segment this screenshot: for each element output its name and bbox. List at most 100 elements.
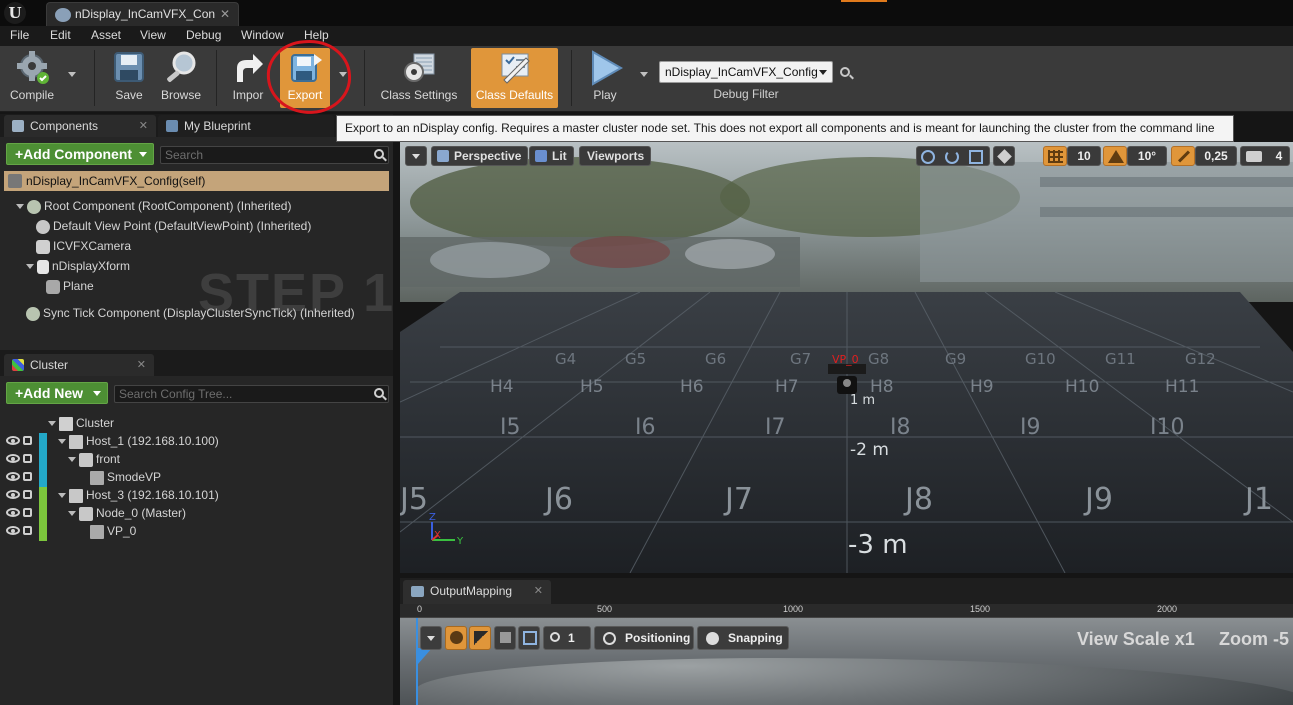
grid-label-i7: I7: [765, 415, 786, 440]
add-component-button[interactable]: +Add Component: [6, 143, 154, 165]
lit-button[interactable]: Lit: [529, 146, 574, 166]
class-defaults-button[interactable]: Class Defaults: [471, 48, 558, 108]
snapping-button[interactable]: Snapping: [697, 626, 789, 650]
host-1-color-bar: [39, 433, 47, 487]
tree-item-root-component[interactable]: Root Component (RootComponent) (Inherite…: [16, 197, 291, 215]
compile-dropdown-arrow-icon[interactable]: [68, 72, 76, 77]
import-button[interactable]: Impor: [226, 48, 270, 108]
positioning-button[interactable]: Positioning: [594, 626, 694, 650]
menu-edit[interactable]: Edit: [50, 28, 71, 42]
close-tab-icon[interactable]: ✕: [139, 119, 148, 132]
menu-debug[interactable]: Debug: [186, 28, 221, 42]
tree-item-sync-tick[interactable]: Sync Tick Component (DisplayClusterSyncT…: [26, 304, 355, 322]
stop-button[interactable]: [494, 626, 516, 650]
lock-icon[interactable]: [23, 454, 32, 463]
toolbar-separator: [94, 50, 95, 106]
angle-snap-toggle[interactable]: [1103, 146, 1127, 166]
camera-speed-button[interactable]: 4: [1240, 146, 1290, 166]
cluster-host-1[interactable]: Host_1 (192.168.10.100): [58, 432, 219, 450]
class-settings-button[interactable]: Class Settings: [376, 48, 462, 108]
split-view-toggle[interactable]: [469, 626, 491, 650]
scale-snap-toggle[interactable]: [1171, 146, 1195, 166]
grid-snap-value[interactable]: 10: [1067, 146, 1101, 166]
menu-asset[interactable]: Asset: [91, 28, 121, 42]
tab-components[interactable]: Components ✕: [4, 115, 156, 137]
perspective-button[interactable]: Perspective: [431, 146, 529, 166]
cluster-tree-root[interactable]: Cluster: [48, 414, 114, 432]
document-tab[interactable]: nDisplay_InCamVFX_Con ✕: [46, 2, 239, 26]
tree-item-icvfx-camera[interactable]: ICVFXCamera: [36, 237, 131, 255]
unreal-logo-icon[interactable]: U: [4, 2, 26, 24]
rotate-icon[interactable]: [945, 150, 959, 164]
play-button[interactable]: Play: [582, 48, 628, 108]
cluster-viewport-vp0[interactable]: VP_0: [90, 522, 136, 540]
translate-icon[interactable]: [921, 150, 935, 164]
tab-output-mapping[interactable]: OutputMapping ✕: [403, 580, 551, 604]
menu-window[interactable]: Window: [241, 28, 284, 42]
grid-label-h11: H11: [1165, 377, 1199, 397]
visibility-eye-icon[interactable]: [6, 526, 20, 535]
view-scale-label: View Scale x1: [1077, 629, 1195, 649]
visibility-eye-icon[interactable]: [6, 436, 20, 445]
expand-arrow-icon[interactable]: [26, 264, 34, 270]
info-toggle[interactable]: [445, 626, 467, 650]
grid-snap-toggle[interactable]: [1043, 146, 1067, 166]
tab-my-blueprint[interactable]: My Blueprint: [158, 115, 334, 137]
blueprint-icon: [166, 120, 178, 132]
viewport-options-dropdown[interactable]: [405, 146, 427, 166]
lock-icon[interactable]: [23, 436, 32, 445]
tab-my-blueprint-label: My Blueprint: [184, 119, 251, 133]
play-dropdown-arrow-icon[interactable]: [640, 72, 648, 77]
cluster-host-3[interactable]: Host_3 (192.168.10.101): [58, 486, 219, 504]
scale-snap-value[interactable]: 0,25: [1195, 146, 1237, 166]
expand-arrow-icon[interactable]: [58, 493, 66, 499]
expand-arrow-icon[interactable]: [58, 439, 66, 445]
grid-label-g10: G10: [1025, 350, 1056, 368]
compile-button[interactable]: Compile: [4, 48, 60, 108]
menu-view[interactable]: View: [140, 28, 166, 42]
tree-item-plane[interactable]: Plane: [46, 277, 94, 295]
close-tab-icon[interactable]: ✕: [534, 584, 543, 597]
ruler-label-1500: 1500: [970, 604, 991, 614]
close-tab-icon[interactable]: ✕: [137, 358, 146, 371]
save-button[interactable]: Save: [106, 48, 152, 108]
distance-label-2m: -2 m: [850, 440, 889, 460]
expand-arrow-icon[interactable]: [68, 457, 76, 463]
expand-arrow-icon[interactable]: [68, 511, 76, 517]
add-new-button[interactable]: +Add New: [6, 382, 108, 404]
debug-object-combo[interactable]: nDisplay_InCamVFX_Config: [659, 61, 833, 83]
angle-snap-value[interactable]: 10°: [1127, 146, 1167, 166]
fit-view-button[interactable]: [518, 626, 540, 650]
viewports-button[interactable]: Viewports: [579, 146, 652, 166]
menu-file[interactable]: File: [10, 28, 29, 42]
cluster-node-front[interactable]: front: [68, 450, 120, 468]
close-tab-icon[interactable]: ✕: [220, 7, 230, 21]
expand-arrow-icon[interactable]: [16, 204, 24, 210]
scale-icon[interactable]: [969, 150, 983, 164]
lock-icon[interactable]: [23, 526, 32, 535]
self-component-row[interactable]: nDisplay_InCamVFX_Config(self): [4, 171, 389, 191]
lock-icon[interactable]: [23, 508, 32, 517]
tab-cluster[interactable]: Cluster ✕: [4, 354, 154, 376]
perspective-label: Perspective: [454, 149, 522, 163]
visibility-eye-icon[interactable]: [6, 454, 20, 463]
components-search-input[interactable]: Search: [160, 146, 389, 164]
visibility-eye-icon[interactable]: [6, 490, 20, 499]
cluster-node-0[interactable]: Node_0 (Master): [68, 504, 186, 522]
output-options-dropdown[interactable]: [420, 626, 442, 650]
lock-icon[interactable]: [23, 490, 32, 499]
panel-splitter[interactable]: [393, 114, 400, 705]
lock-icon[interactable]: [23, 472, 32, 481]
zoom-control[interactable]: 1: [543, 626, 591, 650]
browse-button[interactable]: Browse: [156, 48, 206, 108]
visibility-eye-icon[interactable]: [6, 508, 20, 517]
expand-arrow-icon[interactable]: [48, 421, 56, 427]
tree-item-default-view-point[interactable]: Default View Point (DefaultViewPoint) (I…: [36, 217, 311, 235]
search-icon[interactable]: [840, 67, 850, 77]
visibility-eye-icon[interactable]: [6, 472, 20, 481]
viewport-3d[interactable]: G4 G5 G6 G7 G8 G9 G10 G11 G12 H4 H5 H6 H…: [400, 142, 1293, 573]
coordinate-system-button[interactable]: [993, 146, 1015, 166]
config-tree-search-input[interactable]: Search Config Tree...: [114, 385, 389, 403]
cluster-viewport-smodevp[interactable]: SmodeVP: [90, 468, 161, 486]
tree-item-ndisplay-xform[interactable]: nDisplayXform: [26, 257, 130, 275]
